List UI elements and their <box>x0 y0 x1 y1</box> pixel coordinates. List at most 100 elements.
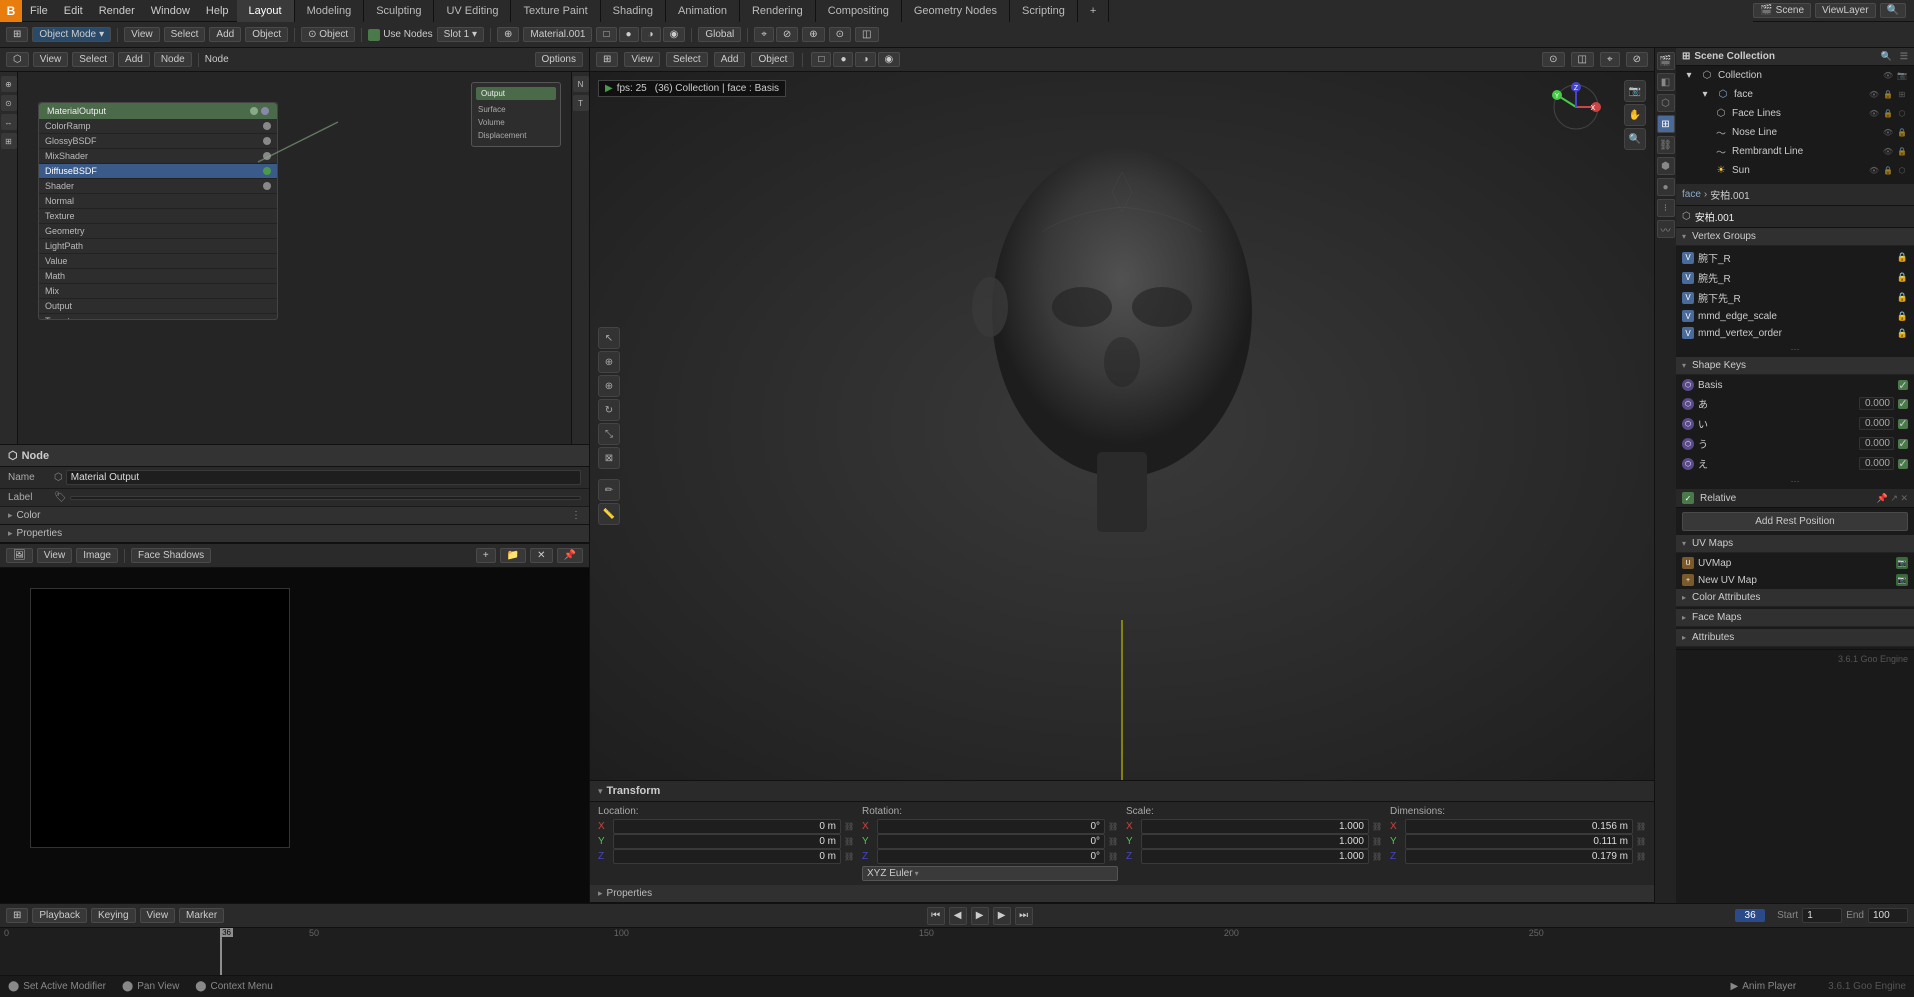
node-tool-4[interactable]: ⊞ <box>1 133 17 149</box>
tab-compositing[interactable]: Compositing <box>816 0 902 22</box>
snap-magnet-btn[interactable]: ⌖ <box>754 27 774 42</box>
node-item-2[interactable]: MixShader <box>39 149 277 164</box>
viewport-view-btn[interactable]: View <box>624 52 660 67</box>
tab-add[interactable]: + <box>1078 0 1109 22</box>
vp-zoom-btn[interactable]: 🔍 <box>1624 128 1646 150</box>
vgroup-lock-4[interactable]: 🔒 <box>1897 328 1908 339</box>
r-material-btn[interactable]: ● <box>1657 178 1675 196</box>
face-cam[interactable]: 🔒 <box>1882 88 1894 100</box>
vgroup-3[interactable]: V mmd_edge_scale 🔒 <box>1676 308 1914 325</box>
viewport-type-btn[interactable]: ⊞ <box>596 52 618 67</box>
node-options-btn[interactable]: Options <box>535 52 583 67</box>
vp-overlay-btn[interactable]: ⊙ <box>1542 52 1564 67</box>
menu-render[interactable]: Render <box>91 0 143 21</box>
timeline-track-area[interactable]: 0 50 100 150 200 250 36 <box>0 928 1914 975</box>
vp-proportional-btn[interactable]: ⊘ <box>1626 52 1648 67</box>
img-add-btn[interactable]: + <box>476 548 496 563</box>
material-preview-btn[interactable]: ◑ <box>641 27 661 42</box>
vp-matprev-btn[interactable]: ◑ <box>855 52 875 67</box>
label-input[interactable] <box>70 496 581 500</box>
vgroup-lock-3[interactable]: 🔒 <box>1897 311 1908 322</box>
scene-collection-search[interactable]: 🔍 <box>1881 51 1892 62</box>
node-tool-2[interactable]: ⊙ <box>1 95 17 111</box>
collection-eye[interactable]: 👁 <box>1882 69 1894 81</box>
bc-face[interactable]: face <box>1682 189 1701 200</box>
noseline-eye[interactable]: 👁 <box>1882 126 1894 138</box>
tab-scripting[interactable]: Scripting <box>1010 0 1078 22</box>
use-nodes-checkbox[interactable] <box>368 29 380 41</box>
node-select-btn[interactable]: Select <box>72 52 114 67</box>
img-view-btn[interactable]: View <box>37 548 73 563</box>
node-tool-1[interactable]: ⊕ <box>1 76 17 92</box>
vgroup-2[interactable]: V 腕下先_R 🔒 <box>1676 288 1914 308</box>
node-item-12[interactable]: Output <box>39 299 277 314</box>
sk-check-2[interactable]: ✓ <box>1898 419 1908 429</box>
rendered-btn[interactable]: ◉ <box>663 27 686 42</box>
vp-tool-select[interactable]: ↖ <box>598 327 620 349</box>
tab-modeling[interactable]: Modeling <box>295 0 365 22</box>
end-frame-input[interactable]: 100 <box>1868 908 1908 923</box>
image-canvas[interactable] <box>0 568 589 903</box>
sun-eye[interactable]: 👁 <box>1868 164 1880 176</box>
r-constraint-btn[interactable]: ⛓ <box>1657 136 1675 154</box>
timeline-marker-btn[interactable]: Marker <box>179 908 224 923</box>
tab-texture-paint[interactable]: Texture Paint <box>511 0 600 22</box>
facelines-lock[interactable]: 🔒 <box>1882 107 1894 119</box>
node-canvas[interactable]: MaterialOutput ColorRamp <box>18 72 571 444</box>
attributes-section[interactable]: ▸ Attributes <box>1676 629 1914 647</box>
material-slot-btn[interactable]: Material.001 <box>523 27 592 42</box>
node-item-1[interactable]: GlossyBSDF <box>39 134 277 149</box>
menu-edit[interactable]: Edit <box>56 0 91 21</box>
tab-shading[interactable]: Shading <box>601 0 666 22</box>
add-rest-position-btn[interactable]: Add Rest Position <box>1682 512 1908 531</box>
origin-btn[interactable]: ⊕ <box>497 27 519 42</box>
vp-xray-btn[interactable]: ◫ <box>1571 52 1594 67</box>
rembrandt-eye[interactable]: 👁 <box>1882 145 1894 157</box>
node-item-4[interactable]: Shader <box>39 179 277 194</box>
node-item-13[interactable]: Target <box>39 314 277 319</box>
r-modifier-btn[interactable]: ⊞ <box>1657 115 1675 133</box>
add-menu-btn[interactable]: Add <box>209 27 241 42</box>
object-menu-btn[interactable]: Object <box>245 27 288 42</box>
node-node-btn[interactable]: Node <box>154 52 192 67</box>
facelines-eye[interactable]: 👁 <box>1868 107 1880 119</box>
tab-animation[interactable]: Animation <box>666 0 740 22</box>
vp-wire-btn[interactable]: □ <box>811 52 831 67</box>
menu-file[interactable]: File <box>22 0 56 21</box>
vp-tool-transform[interactable]: ⊠ <box>598 447 620 469</box>
overlay-btn[interactable]: ⊙ <box>829 27 851 42</box>
node-item-3[interactable]: DiffuseBSDF <box>39 164 277 179</box>
loc-x-val[interactable]: 0 m <box>613 819 841 834</box>
scene-filter-btn[interactable]: ☰ <box>1900 51 1908 62</box>
rembrandt-lock[interactable]: 🔒 <box>1896 145 1908 157</box>
global-mode-btn[interactable]: Global <box>698 27 741 42</box>
tree-sun[interactable]: ☀ Sun 👁 🔒 ⬡ <box>1676 161 1914 180</box>
node-item-11[interactable]: Mix <box>39 284 277 299</box>
node-item-10[interactable]: Math <box>39 269 277 284</box>
r-obj-btn[interactable]: ⬡ <box>1657 94 1675 112</box>
scale-z-val[interactable]: 1.000 <box>1141 849 1369 864</box>
r-physics-btn[interactable]: 〰 <box>1657 220 1675 238</box>
img-close-btn[interactable]: ✕ <box>530 548 552 563</box>
timeline-view-btn[interactable]: View <box>140 908 176 923</box>
vgroup-lock-2[interactable]: 🔒 <box>1897 292 1908 303</box>
jump-start-btn[interactable]: ⏮ <box>927 907 945 925</box>
vp-solid-btn[interactable]: ● <box>833 52 853 67</box>
transform-gizmo-btn[interactable]: ⊕ <box>802 27 824 42</box>
shape-key-4[interactable]: ⬡ え 0.000 ✓ <box>1676 454 1914 474</box>
play-btn[interactable]: ▶ <box>971 907 989 925</box>
tab-geometry-nodes[interactable]: Geometry Nodes <box>902 0 1010 22</box>
node-item-6[interactable]: Texture <box>39 209 277 224</box>
vp-tool-annotate[interactable]: ✏ <box>598 479 620 501</box>
uv-maps-section[interactable]: ▾ UV Maps <box>1676 535 1914 553</box>
vp-tool-scale[interactable]: ⤡ <box>598 423 620 445</box>
vp-tool-cursor[interactable]: ⊕ <box>598 351 620 373</box>
loc-z-val[interactable]: 0 m <box>613 849 841 864</box>
sun-extra[interactable]: ⬡ <box>1896 164 1908 176</box>
node-sidebar-1[interactable]: N <box>573 76 589 92</box>
next-frame-btn[interactable]: ▶ <box>993 907 1011 925</box>
face-render[interactable]: ⊞ <box>1896 88 1908 100</box>
scale-x-val[interactable]: 1.000 <box>1141 819 1369 834</box>
r-layer-btn[interactable]: ◧ <box>1657 73 1675 91</box>
node-item-5[interactable]: Normal <box>39 194 277 209</box>
